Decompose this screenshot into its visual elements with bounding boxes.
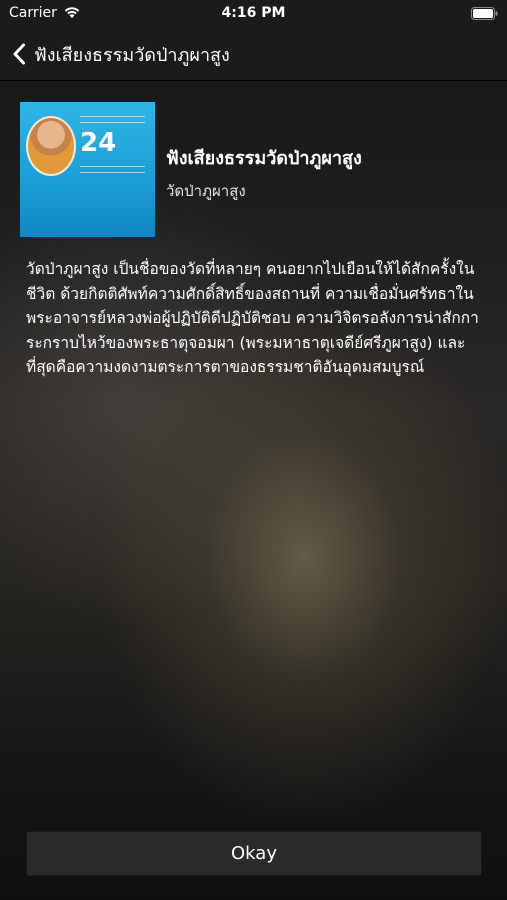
icon-decor-line <box>80 172 145 173</box>
app-icon: 24 <box>20 102 155 237</box>
icon-decor-line <box>80 116 145 117</box>
battery-icon <box>471 7 498 20</box>
status-bar: Carrier 4:16 PM <box>0 0 507 28</box>
back-button[interactable]: ฟังเสียงธรรมวัดป่าภูผาสูง <box>12 38 230 70</box>
icon-decor-line <box>80 166 145 167</box>
app-author: วัดป่าภูผาสูง <box>166 182 246 200</box>
nav-title: ฟังเสียงธรรมวัดป่าภูผาสูง <box>34 44 230 66</box>
app-description: วัดป่าภูผาสูง เป็นชื่อของวัดที่หลายๆ คนอ… <box>26 260 479 377</box>
app-name: ฟังเสียงธรรมวัดป่าภูผาสูง <box>166 148 362 169</box>
clock: 4:16 PM <box>221 5 286 21</box>
icon-decor-line <box>80 122 145 123</box>
navigation-bar: ฟังเสียงธรรมวัดป่าภูผาสูง <box>0 28 507 81</box>
monk-portrait <box>26 116 76 176</box>
chevron-left-icon <box>13 43 25 65</box>
app-icon-number: 24 <box>80 128 117 158</box>
okay-button[interactable]: Okay <box>26 831 482 876</box>
